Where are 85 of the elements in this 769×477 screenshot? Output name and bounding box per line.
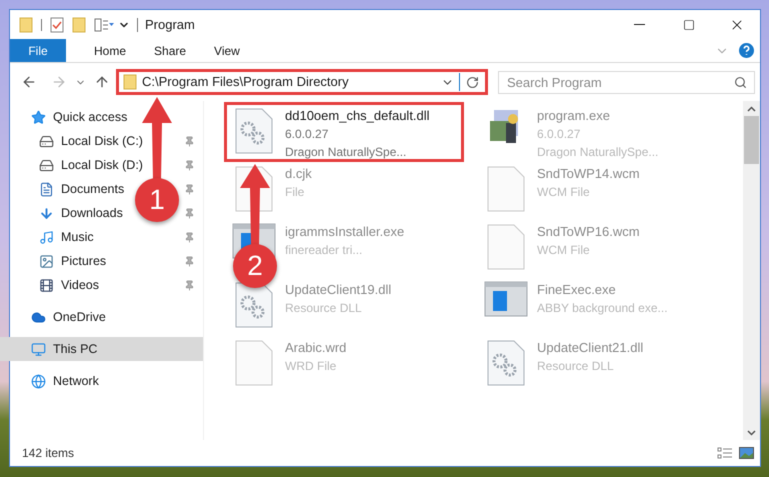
window-app-icon [484,281,528,317]
ribbon-tab[interactable]: Home [80,39,140,62]
sidebar-item[interactable]: Network [31,372,99,390]
download-icon [39,206,54,220]
search-field[interactable]: Search Program [498,70,755,94]
ribbon-tab[interactable]: Share [140,39,200,62]
dll-file-icon [486,339,526,387]
ribbon-tab[interactable]: File [10,39,66,62]
blank-file-icon [486,165,526,213]
landscape-icon [39,254,54,268]
sidebar-item[interactable]: Local Disk (C:) [39,132,143,150]
file-detail: ABBY background exe... [537,300,668,317]
file-detail: Dragon NaturallySpe... [537,144,658,161]
sidebar-item[interactable]: Pictures [39,252,106,270]
network-icon [31,374,46,388]
forward-icon[interactable] [51,74,67,90]
ribbon-tab[interactable]: View [200,39,254,62]
file-detail: WCM File [537,242,591,259]
file-detail: 6.0.0.27 [537,126,582,143]
pin-icon[interactable] [184,184,195,194]
properties-icon[interactable] [50,16,64,32]
file-detail: Dragon NaturallySpe... [285,144,408,161]
file-detail: finereader tri... [285,242,364,259]
file-detail: Resource DLL [285,300,363,317]
file-name: FineExec.exe [537,281,617,299]
music-note-icon [39,230,54,244]
pin-icon[interactable] [184,208,195,218]
search-icon[interactable] [734,76,747,88]
refresh-icon[interactable] [466,76,479,88]
file-name: program.exe [537,107,611,125]
scroll-down-icon[interactable] [747,430,756,436]
view-list-icon[interactable] [94,18,114,32]
scrollbar[interactable] [743,101,760,440]
file-name: igrammsInstaller.exe [285,223,404,241]
blank-file-icon [234,339,274,387]
scrollbar-thumb[interactable] [744,116,759,164]
minimize-icon [634,24,644,25]
help-icon[interactable] [739,43,754,58]
pin-icon[interactable] [184,160,195,170]
sidebar-item[interactable]: OneDrive [31,308,106,326]
dll-file-icon [234,107,274,155]
maximize-icon [683,18,695,30]
up-icon[interactable] [94,74,110,90]
film-icon [39,278,54,292]
document-icon [39,182,54,196]
details-view-icon[interactable] [717,447,733,459]
star-icon [31,110,46,124]
blank-file-icon [486,223,526,271]
new-folder-icon[interactable] [72,16,86,32]
back-icon[interactable] [21,74,37,90]
pin-icon[interactable] [184,232,195,242]
scroll-up-icon[interactable] [747,106,756,112]
file-name: UpdateClient19.dll [285,281,392,299]
sidebar-item[interactable]: Local Disk (D:) [39,156,143,174]
pin-icon[interactable] [184,256,195,266]
sidebar-item[interactable]: Quick access [31,108,128,126]
file-name: UpdateClient21.dll [537,339,644,357]
file-detail: 6.0.0.27 [285,126,330,143]
file-detail: WCM File [537,184,591,201]
address-field[interactable]: C:\Program Files\Program Directory [116,69,488,95]
cloud-icon [31,310,46,324]
large-icons-view-icon[interactable] [739,447,754,459]
file-name: Arabic.wrd [285,339,346,357]
sidebar-item[interactable]: Music [39,228,94,246]
file-name: SndToWP16.wcm [537,223,640,241]
sidebar-item[interactable]: Documents [39,180,124,198]
file-name: d.cjk [285,165,312,183]
file-detail: Resource DLL [537,358,615,375]
pin-icon[interactable] [184,280,195,290]
drive-icon [39,134,54,148]
file-detail: WRD File [285,358,338,375]
file-name: dd10oem_chs_default.dll [285,107,430,125]
drive-icon [39,158,54,172]
window-title: Program [145,16,195,34]
item-count: 142 items [22,445,74,462]
sidebar-item[interactable]: Videos [39,276,99,294]
sidebar-item[interactable]: This PC [0,337,203,361]
folder-icon [19,16,33,32]
pin-icon[interactable] [184,136,195,146]
file-name: SndToWP14.wcm [537,165,640,183]
folder-icon [123,74,137,90]
sidebar-item[interactable]: Downloads [39,204,123,222]
dll-file-icon [234,281,274,329]
monitor-icon [31,342,46,356]
file-detail: File [285,184,306,201]
